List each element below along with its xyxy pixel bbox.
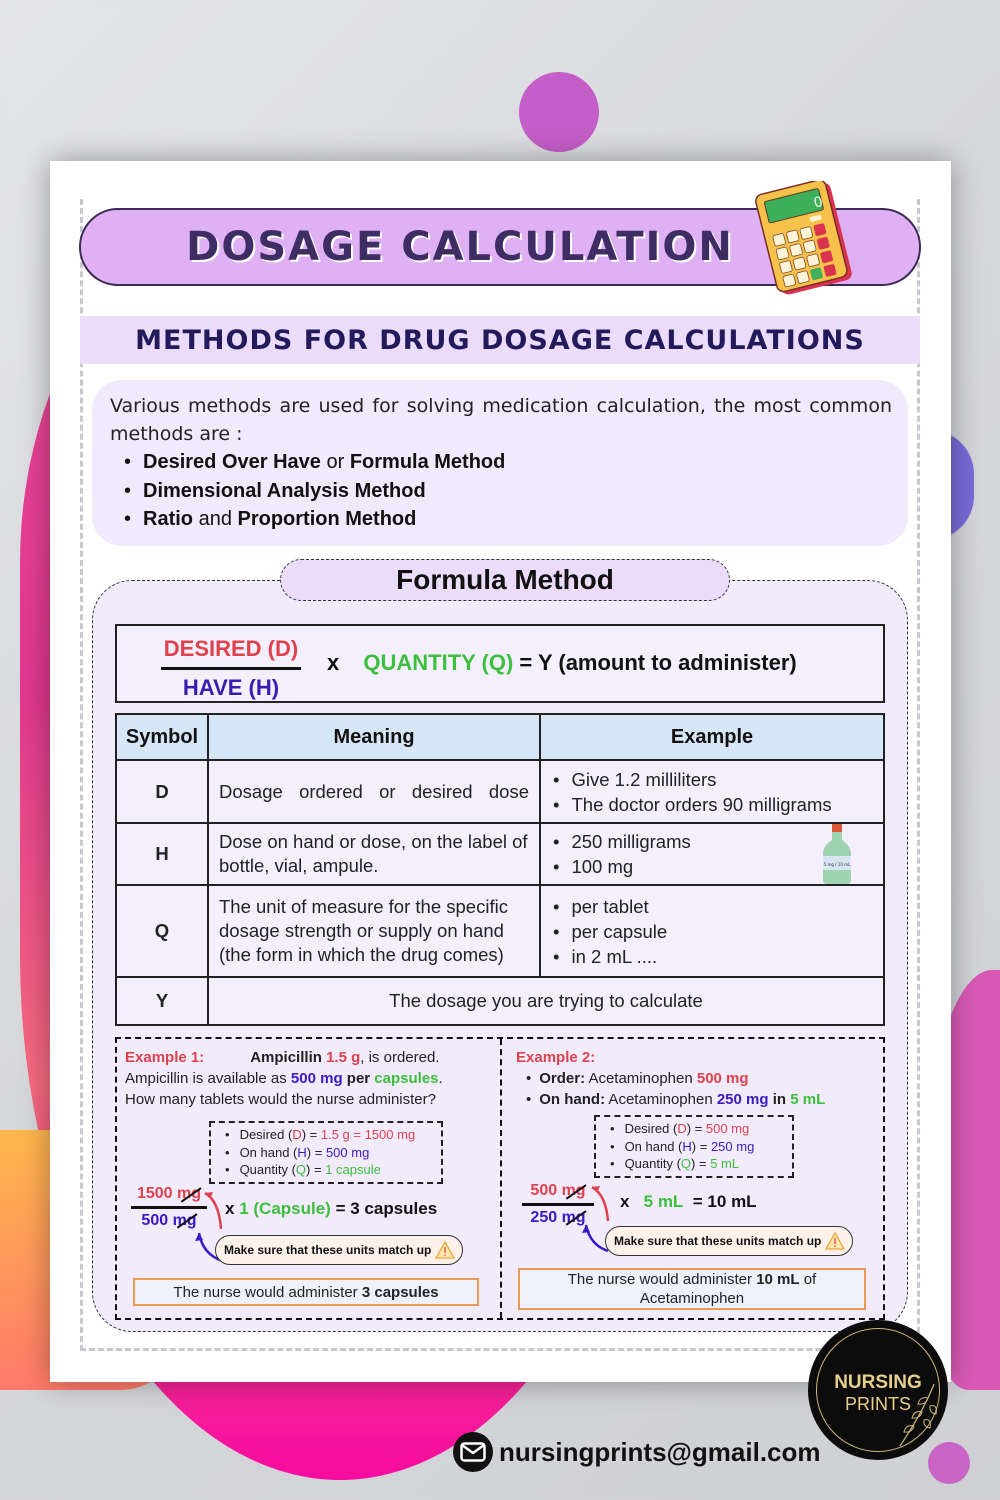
example-label: Example 1: <box>125 1049 205 1066</box>
calc-expression: x 1 (Capsule) = 3 capsules <box>225 1199 438 1218</box>
answer-box: The nurse would administer 3 capsules <box>133 1278 479 1306</box>
answer-box: The nurse would administer 10 mL of Acet… <box>518 1268 866 1310</box>
given-values-box: Desired (D) = 500 mg On hand (H) = 250 m… <box>594 1115 794 1178</box>
table-row: H Dose on hand or dose, on the label of … <box>115 822 885 886</box>
table-header-row: Symbol Meaning Example <box>115 713 885 761</box>
column-header: Symbol <box>115 713 209 761</box>
column-header: Meaning <box>207 713 541 761</box>
meaning-cell: The dosage you are trying to calculate <box>207 976 885 1026</box>
page-title: DOSAGE CALCULATION <box>186 224 734 270</box>
formula-method-heading: Formula Method <box>280 559 730 601</box>
svg-text:5 mg / 10 mL: 5 mg / 10 mL <box>824 862 851 867</box>
example-2: Example 2: Order: Acetaminophen 500 mg O… <box>500 1039 883 1318</box>
methods-list: Desired Over Have or Formula Method Dime… <box>110 448 892 534</box>
formula-denominator: HAVE (H) <box>182 675 280 700</box>
example-question: How many tablets would the nurse adminis… <box>125 1091 436 1108</box>
mail-icon <box>453 1432 493 1472</box>
method-item: Dimensional Analysis Method <box>124 477 892 506</box>
symbol-cell: H <box>115 822 209 886</box>
fraction-bar <box>161 667 301 670</box>
formula-result: = Y (amount to administer) <box>519 650 797 675</box>
warning-icon <box>435 1240 456 1259</box>
contact-email: nursingprints@gmail.com <box>453 1432 821 1472</box>
meaning-cell: Dosage ordered or desired dose <box>207 759 541 824</box>
table-row: D Dosage ordered or desired dose Give 1.… <box>115 759 885 824</box>
example-item: per tablet <box>553 894 871 919</box>
background-purple-circle <box>519 72 599 152</box>
intro-text: Various methods are used for solving med… <box>110 395 892 445</box>
given-values-box: Desired (D) = 1.5 g = 1500 mg On hand (H… <box>209 1121 443 1184</box>
formula-rhs: x QUANTITY (Q) = Y (amount to administer… <box>327 650 797 675</box>
meaning-cell: Dose on hand or dose, on the label of bo… <box>207 822 541 886</box>
column-header: Example <box>539 713 885 761</box>
unit-match-warning: Make sure that these units match up <box>215 1235 464 1265</box>
leaf-decoration-icon <box>899 1383 937 1447</box>
intro-box: Various methods are used for solving med… <box>92 380 908 546</box>
calculator-icon: 0 <box>755 181 852 295</box>
formula-fraction: DESIRED (D) HAVE (H) <box>161 636 301 701</box>
example-item: The doctor orders 90 milligrams <box>553 792 871 817</box>
table-row: Y The dosage you are trying to calculate <box>115 976 885 1026</box>
example-cell: 250 milligrams 100 mg 5 mg / 10 mL <box>539 822 885 886</box>
example-label: Example 2: <box>516 1049 596 1066</box>
subtitle-band: METHODS FOR DRUG DOSAGE CALCULATIONS <box>80 316 920 364</box>
worksheet-page: DOSAGE CALCULATION 0 METHODS FOR DRUG DO… <box>50 161 951 1382</box>
calc-expression: x 5 mL = 10 mL <box>620 1192 757 1211</box>
symbol-cell: Y <box>115 976 209 1026</box>
warning-icon <box>825 1231 846 1250</box>
method-item: Desired Over Have or Formula Method <box>124 448 892 477</box>
formula-quantity: QUANTITY (Q) <box>363 650 514 675</box>
formula-numerator: DESIRED (D) <box>163 636 299 661</box>
symbol-cell: D <box>115 759 209 824</box>
method-item: Ratio and Proportion Method <box>124 505 892 534</box>
brand-logo: NURSING PRINTS <box>808 1320 948 1460</box>
unit-match-warning: Make sure that these units match up <box>605 1226 854 1256</box>
meaning-cell: The unit of measure for the specific dos… <box>207 884 541 978</box>
table-row: Q The unit of measure for the specific d… <box>115 884 885 978</box>
symbol-cell: Q <box>115 884 209 978</box>
email-address[interactable]: nursingprints@gmail.com <box>499 1437 821 1468</box>
examples-panel: Example 1: Ampicillin 1.5 g, is ordered. … <box>115 1037 885 1320</box>
formula-equation: DESIRED (D) HAVE (H) x QUANTITY (Q) = Y … <box>115 624 885 703</box>
example-1: Example 1: Ampicillin 1.5 g, is ordered. … <box>117 1039 500 1318</box>
example-item: in 2 mL .... <box>553 944 871 969</box>
section-subtitle: METHODS FOR DRUG DOSAGE CALCULATIONS <box>135 324 865 356</box>
symbol-table: Symbol Meaning Example D Dosage ordered … <box>115 713 885 1026</box>
example-cell: Give 1.2 milliliters The doctor orders 9… <box>539 759 885 824</box>
example-item: per capsule <box>553 919 871 944</box>
example-cell: per tablet per capsule in 2 mL .... <box>539 884 885 978</box>
medicine-bottle-icon: 5 mg / 10 mL <box>823 824 851 884</box>
example-item: Give 1.2 milliliters <box>553 767 871 792</box>
